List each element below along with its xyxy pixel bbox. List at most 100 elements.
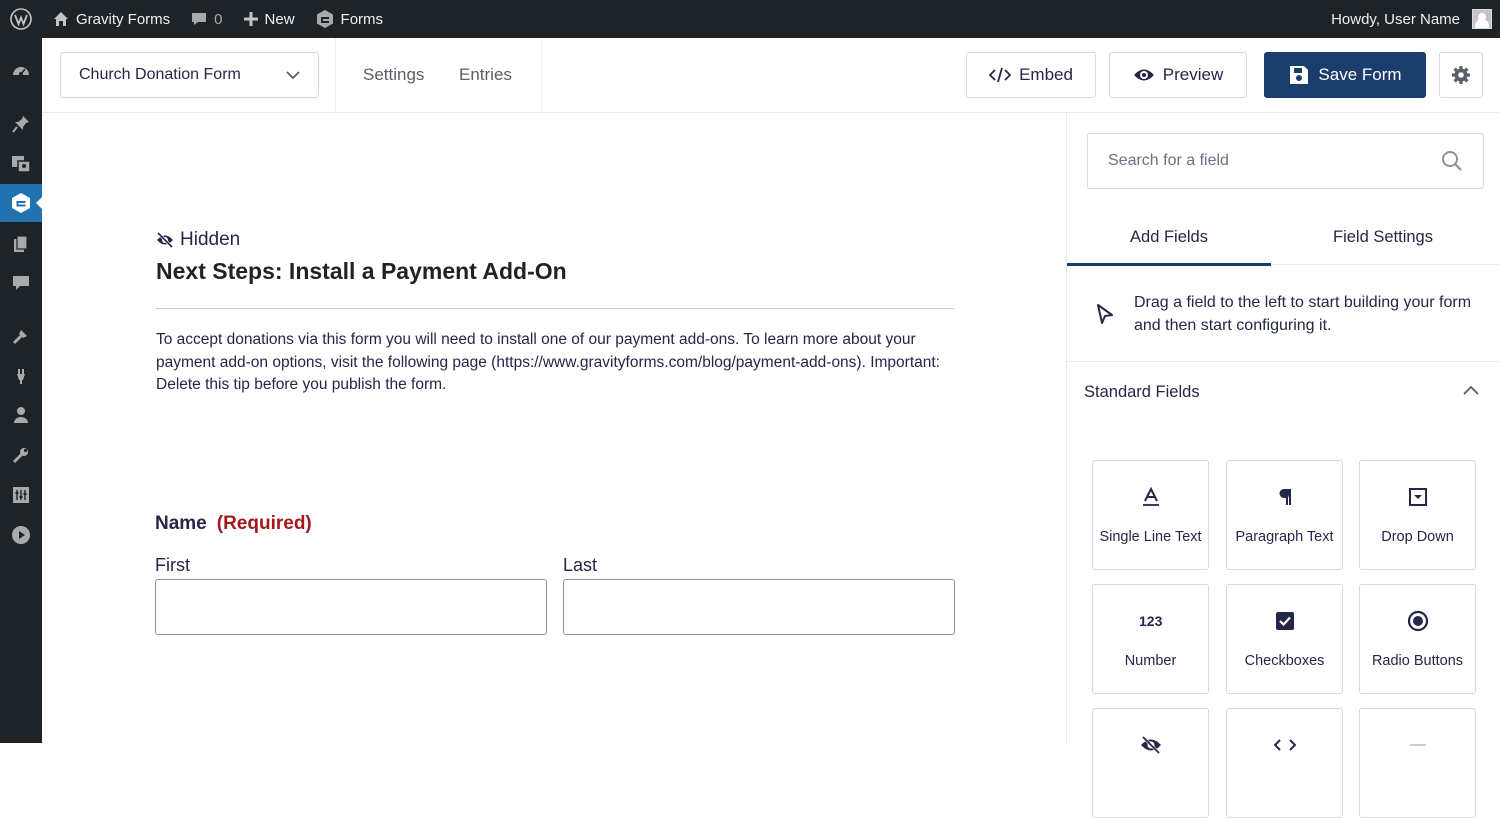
section-description: To accept donations via this form you wi…: [156, 331, 940, 393]
settings-icon[interactable]: [0, 476, 42, 514]
users-icon[interactable]: [0, 396, 42, 434]
form-switcher-dropdown[interactable]: Church Donation Form: [60, 52, 319, 98]
save-form-button[interactable]: Save Form: [1264, 52, 1426, 98]
section-icon: [1408, 733, 1428, 757]
site-name-link[interactable]: Gravity Forms: [42, 0, 180, 38]
new-label: New: [264, 10, 295, 28]
wordpress-logo-icon[interactable]: [0, 0, 42, 38]
field-label: Checkboxes: [1244, 653, 1325, 669]
required-indicator: (Required): [216, 513, 312, 534]
last-name-input[interactable]: [563, 579, 955, 635]
chevron-up-icon[interactable]: [1463, 385, 1479, 395]
name-label-text: Name: [155, 513, 207, 534]
entries-link[interactable]: Entries: [459, 65, 512, 85]
comments-count: 0: [214, 10, 223, 28]
cursor-pointer-icon: [1097, 304, 1113, 324]
number-icon: 123: [1139, 609, 1163, 633]
section-divider: [156, 308, 954, 309]
embed-label: Embed: [1019, 65, 1073, 84]
search-icon: [1442, 151, 1462, 171]
dashboard-icon[interactable]: [0, 52, 42, 90]
media-icon[interactable]: [0, 145, 42, 183]
radio-icon: [1407, 609, 1429, 633]
svg-text:123: 123: [1139, 613, 1163, 629]
hidden-label: Hidden: [180, 229, 241, 250]
comments-link[interactable]: 0: [180, 0, 232, 38]
home-icon: [54, 12, 68, 26]
field-button-drop-down[interactable]: Drop Down: [1359, 460, 1476, 570]
forms-label: Forms: [340, 10, 384, 28]
eye-icon: [1133, 69, 1154, 81]
account-menu[interactable]: Howdy, User Name: [1321, 0, 1500, 38]
chevron-down-icon: [286, 70, 300, 79]
preview-button[interactable]: Preview: [1109, 52, 1247, 98]
howdy-text: Howdy, User Name: [1331, 10, 1460, 28]
comment-bubble-icon: [192, 13, 207, 25]
drag-hint: Drag a field to the left to start buildi…: [1067, 266, 1500, 362]
field-button-checkboxes[interactable]: Checkboxes: [1226, 584, 1343, 694]
gravity-forms-icon: [316, 10, 333, 28]
header-divider: [335, 38, 336, 112]
name-field-label[interactable]: Name (Required): [155, 513, 312, 535]
embed-button[interactable]: Embed: [966, 52, 1096, 98]
pin-icon[interactable]: [0, 105, 42, 143]
plugins-icon[interactable]: [0, 357, 42, 395]
wp-admin-bar: Gravity Forms 0 New Forms Howdy, User Na…: [0, 0, 1500, 38]
paragraph-icon: [1277, 485, 1293, 509]
eye-slash-icon: [1140, 733, 1162, 757]
field-button-radio-buttons[interactable]: Radio Buttons: [1359, 584, 1476, 694]
field-button-number[interactable]: 123 Number: [1092, 584, 1209, 694]
field-button-section[interactable]: [1359, 708, 1476, 818]
eye-slash-icon: [156, 232, 174, 248]
field-button-single-line-text[interactable]: Single Line Text: [1092, 460, 1209, 570]
field-button-hidden[interactable]: [1092, 708, 1209, 818]
field-button-paragraph-text[interactable]: Paragraph Text: [1226, 460, 1343, 570]
gear-icon: [1452, 66, 1470, 84]
tab-add-fields[interactable]: Add Fields: [1067, 209, 1271, 266]
settings-link[interactable]: Settings: [363, 65, 424, 85]
section-title[interactable]: Next Steps: Install a Payment Add-On: [156, 258, 567, 285]
last-name-label: Last: [563, 555, 598, 575]
single-line-text-icon: [1141, 485, 1161, 509]
field-search[interactable]: [1087, 133, 1484, 189]
tab-field-settings-label: Field Settings: [1333, 227, 1433, 246]
form-canvas: Hidden Next Steps: Install a Payment Add…: [42, 113, 1066, 743]
form-editor-header: Church Donation Form Settings Entries Em…: [42, 38, 1500, 113]
code-icon: [1273, 733, 1296, 757]
gravity-forms-menu-icon[interactable]: [0, 184, 43, 222]
field-button-html[interactable]: [1226, 708, 1343, 818]
comments-icon[interactable]: [0, 264, 42, 302]
plus-icon: [243, 12, 258, 26]
save-form-label: Save Form: [1318, 65, 1402, 84]
drag-hint-text: Drag a field to the left to start buildi…: [1134, 294, 1472, 334]
hidden-indicator: Hidden: [156, 229, 240, 251]
tools-icon[interactable]: [0, 436, 42, 474]
field-label: Single Line Text: [1099, 529, 1202, 545]
first-name-input[interactable]: [155, 579, 547, 635]
field-label: Drop Down: [1381, 529, 1454, 545]
field-label: Radio Buttons: [1371, 653, 1464, 669]
new-content-link[interactable]: New: [233, 0, 305, 38]
field-label: Paragraph Text: [1235, 529, 1334, 545]
preview-label: Preview: [1162, 65, 1224, 84]
form-settings-gear-button[interactable]: [1439, 52, 1483, 98]
form-name: Church Donation Form: [79, 66, 241, 83]
field-sidebar: Add Fields Field Settings Drag a field t…: [1066, 113, 1500, 818]
standard-fields-heading: Standard Fields: [1084, 383, 1200, 401]
field-label: Number: [1124, 653, 1177, 669]
tab-field-settings[interactable]: Field Settings: [1281, 209, 1485, 265]
play-icon[interactable]: [0, 516, 42, 554]
site-name: Gravity Forms: [76, 10, 171, 28]
save-disk-icon: [1290, 66, 1309, 84]
checkbox-icon: [1275, 609, 1295, 633]
field-search-input[interactable]: [1108, 152, 1428, 170]
avatar: [1472, 9, 1492, 29]
code-icon: [989, 67, 1012, 83]
forms-link[interactable]: Forms: [305, 0, 394, 38]
appearance-icon[interactable]: [0, 317, 42, 355]
dropdown-icon: [1408, 485, 1427, 509]
sidebar-tabs: Add Fields Field Settings: [1067, 209, 1500, 266]
first-name-label: First: [155, 555, 190, 575]
tab-add-fields-label: Add Fields: [1130, 227, 1208, 246]
pages-icon[interactable]: [0, 225, 42, 263]
